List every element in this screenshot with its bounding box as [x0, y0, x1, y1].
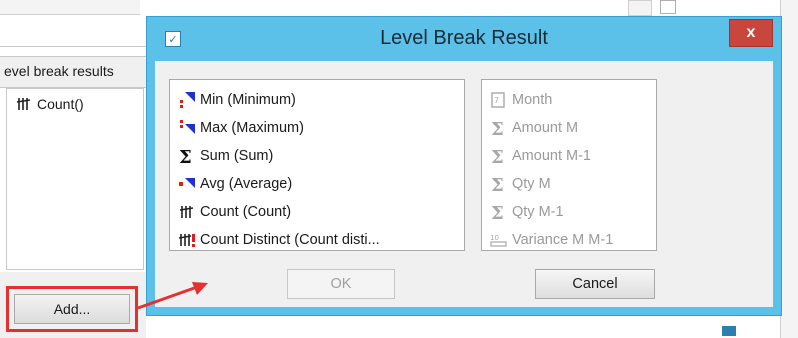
list-item-label: Count() — [37, 96, 84, 112]
list-item[interactable]: Σ Amount M — [490, 114, 656, 142]
background-top-strip — [0, 0, 140, 15]
list-item[interactable]: Σ Sum (Sum) — [178, 142, 464, 170]
cancel-button[interactable]: Cancel — [535, 269, 655, 299]
list-item[interactable]: Max (Maximum) — [178, 114, 464, 142]
function-label: Count (Count) — [200, 204, 292, 220]
svg-text:Σ: Σ — [491, 175, 504, 193]
field-label: Qty M — [512, 176, 551, 192]
sum-icon: Σ — [491, 175, 504, 193]
dialog-titlebar[interactable]: ✓ Level Break Result x — [147, 17, 781, 61]
field-list[interactable]: 7 Month Σ Amount M Σ Amount M-1 Σ Qty M … — [481, 79, 657, 251]
svg-text:Σ: Σ — [491, 147, 504, 165]
list-item[interactable]: 10 Variance M M-1 — [490, 226, 656, 254]
field-label: Amount M-1 — [512, 148, 591, 164]
max-icon — [180, 120, 195, 134]
svg-text:Σ: Σ — [491, 119, 504, 137]
list-item[interactable]: Σ Qty M — [490, 170, 656, 198]
avg-icon — [179, 178, 195, 188]
level-break-results-header: evel break results — [0, 56, 146, 88]
divider — [0, 46, 146, 47]
sum-icon: Σ — [491, 119, 504, 137]
level-break-result-dialog: ✓ Level Break Result x Min (Minimum) Max… — [146, 16, 782, 316]
dialog-title: Level Break Result — [380, 27, 548, 49]
function-label: Min (Minimum) — [200, 92, 296, 108]
background-scrollbar[interactable] — [628, 0, 652, 16]
list-item[interactable]: Count (Count) — [178, 198, 464, 226]
sum-icon: Σ — [491, 147, 504, 165]
sum-icon: Σ — [179, 147, 192, 165]
function-label: Count Distinct (Count disti... — [200, 232, 380, 248]
list-item[interactable]: Σ Amount M-1 — [490, 142, 656, 170]
background-indicator — [722, 326, 736, 336]
count-icon — [179, 206, 194, 218]
field-label: Qty M-1 — [512, 204, 564, 220]
list-item[interactable]: Min (Minimum) — [178, 86, 464, 114]
background-right-panel — [780, 0, 798, 338]
function-list[interactable]: Min (Minimum) Max (Maximum) Σ Sum (Sum) — [169, 79, 465, 251]
ok-button[interactable]: OK — [287, 269, 395, 299]
function-label: Avg (Average) — [200, 176, 293, 192]
count-distinct-icon — [178, 234, 195, 247]
sum-icon: Σ — [491, 203, 504, 221]
add-button[interactable]: Add... — [14, 294, 130, 324]
function-label: Max (Maximum) — [200, 120, 304, 136]
field-label: Amount M — [512, 120, 579, 136]
svg-text:10: 10 — [490, 234, 499, 242]
date-field-icon: 7 — [491, 92, 505, 108]
list-item[interactable]: Count() — [15, 95, 84, 113]
numeric-field-icon: 10 — [490, 234, 507, 247]
list-item[interactable]: Count Distinct (Count disti... — [178, 226, 464, 254]
list-item[interactable]: Avg (Average) — [178, 170, 464, 198]
svg-text:7: 7 — [494, 96, 499, 105]
close-button[interactable]: x — [729, 19, 773, 47]
dialog-content: Min (Minimum) Max (Maximum) Σ Sum (Sum) — [155, 61, 773, 307]
level-break-results-list[interactable]: Count() — [6, 88, 144, 270]
count-icon — [16, 98, 31, 110]
svg-text:Σ: Σ — [179, 147, 192, 165]
list-item[interactable]: 7 Month — [490, 86, 656, 114]
list-item[interactable]: Σ Qty M-1 — [490, 198, 656, 226]
background-toolbar-button[interactable] — [660, 0, 676, 14]
function-label: Sum (Sum) — [200, 148, 274, 164]
field-label: Month — [512, 92, 553, 108]
svg-text:Σ: Σ — [491, 203, 504, 221]
level-break-results-header-label: evel break results — [4, 63, 114, 79]
min-icon — [180, 92, 195, 108]
field-label: Variance M M-1 — [512, 232, 614, 248]
